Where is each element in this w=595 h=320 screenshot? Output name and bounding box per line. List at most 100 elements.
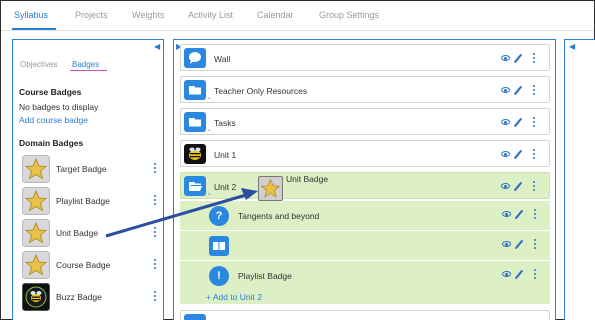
more-options-icon[interactable] — [533, 85, 536, 96]
pencil-icon[interactable] — [514, 269, 524, 280]
unit-2-item[interactable]: ! Playlist Badge — [180, 261, 550, 291]
tab-syllabus[interactable]: Syllabus — [14, 10, 48, 20]
folder-icon — [184, 80, 206, 100]
subtab-objectives[interactable]: Objectives — [20, 60, 57, 69]
domain-badges-heading: Domain Badges — [19, 138, 84, 148]
more-options-icon[interactable] — [533, 117, 536, 128]
tab-projects[interactable]: Projects — [75, 10, 108, 20]
row-title: Tasks — [214, 118, 236, 128]
unit-2-item[interactable] — [180, 231, 550, 261]
pencil-icon[interactable] — [513, 53, 523, 64]
eye-icon[interactable] — [501, 183, 510, 189]
row-actions — [502, 239, 542, 250]
tab-calendar[interactable]: Calendar — [257, 10, 294, 20]
pencil-icon[interactable] — [513, 149, 523, 160]
badge-label: Course Badge — [56, 260, 111, 270]
row-title: Unit 2 — [214, 182, 237, 192]
add-to-unit-link[interactable]: + Add to Unit 2 — [206, 292, 262, 302]
subtab-indicator — [70, 70, 107, 71]
no-badges-text: No badges to display — [19, 102, 99, 112]
dragged-badge-label: Unit Badge — [286, 174, 329, 184]
bee-icon — [184, 144, 206, 164]
badges-panel: ◀ Objectives Badges Course Badges No bad… — [12, 39, 164, 320]
row-actions — [501, 85, 541, 96]
pencil-icon[interactable] — [513, 85, 523, 96]
pencil-icon[interactable] — [514, 209, 524, 220]
chevron-down-icon[interactable]: ⌄ — [207, 190, 212, 197]
more-options-icon[interactable] — [154, 195, 157, 206]
add-to-unit-row: + Add to Unit 2 — [180, 290, 550, 304]
row-title: Tangents and beyond — [238, 211, 320, 221]
tab-group-settings[interactable]: Group Settings — [319, 10, 379, 20]
star-badge-icon — [22, 187, 50, 215]
more-options-icon[interactable] — [534, 239, 537, 250]
badge-item[interactable]: Buzz Badge — [22, 283, 162, 311]
pencil-icon[interactable] — [514, 239, 524, 250]
syllabus-row-wall[interactable]: Wall — [180, 44, 550, 71]
syllabus-row-teacher-resources[interactable]: ⌄ Teacher Only Resources — [180, 76, 550, 103]
more-options-icon[interactable] — [534, 209, 537, 220]
syllabus-row-unit-2[interactable]: ⌄ Unit 2 — [180, 172, 550, 199]
more-options-icon[interactable] — [154, 291, 157, 302]
badge-item[interactable]: Target Badge — [22, 155, 162, 183]
badge-item[interactable]: Playlist Badge — [22, 187, 162, 215]
badge-label: Unit Badge — [56, 228, 99, 238]
chat-bubble-icon — [184, 48, 206, 68]
eye-icon[interactable] — [502, 241, 511, 247]
more-options-icon[interactable] — [534, 269, 537, 280]
badge-item[interactable]: Course Badge — [22, 251, 162, 279]
top-nav: Syllabus Projects Weights Activity List … — [1, 1, 594, 31]
eye-icon[interactable] — [502, 271, 511, 277]
tab-activity-list[interactable]: Activity List — [188, 10, 233, 20]
subtab-badges[interactable]: Badges — [72, 60, 99, 69]
eye-icon[interactable] — [502, 211, 511, 217]
syllabus-row-unit-1[interactable]: Unit 1 — [180, 140, 550, 167]
row-actions — [502, 209, 542, 220]
bee-badge-icon — [22, 283, 50, 311]
pencil-icon[interactable] — [513, 181, 523, 192]
row-title: Wall — [214, 54, 231, 64]
row-title: Teacher Only Resources — [214, 86, 308, 96]
folder-open-icon — [184, 176, 206, 196]
folder-icon — [184, 112, 206, 132]
pencil-icon[interactable] — [513, 117, 523, 128]
more-options-icon[interactable] — [154, 227, 157, 238]
course-badges-heading: Course Badges — [19, 87, 82, 97]
collapse-left-icon[interactable]: ◀ — [154, 42, 160, 51]
add-course-badge-link[interactable]: Add course badge — [19, 115, 88, 125]
more-options-icon[interactable] — [154, 163, 157, 174]
more-options-icon[interactable] — [533, 181, 536, 192]
more-options-icon[interactable] — [154, 259, 157, 270]
syllabus-panel: ▶ Wall ⌄ Teacher Only Resources ⌄ Tasks — [173, 39, 556, 320]
question-circle-icon: ? — [209, 206, 229, 226]
expand-right-icon[interactable]: ◀ — [569, 42, 575, 51]
badge-item[interactable]: Unit Badge — [22, 219, 162, 247]
active-tab-indicator — [12, 28, 56, 30]
row-title: Playlist Badge — [238, 271, 292, 281]
right-panel: ◀ — [564, 39, 595, 320]
eye-icon[interactable] — [501, 87, 510, 93]
book-icon — [209, 236, 229, 256]
badge-label: Target Badge — [56, 164, 107, 174]
star-badge-icon — [22, 219, 50, 247]
eye-icon[interactable] — [501, 55, 510, 61]
star-badge-icon — [22, 155, 50, 183]
row-actions — [501, 181, 541, 192]
star-badge-icon — [22, 251, 50, 279]
row-title: Unit 1 — [214, 150, 237, 160]
eye-icon[interactable] — [501, 151, 510, 157]
dragged-badge-icon[interactable] — [258, 176, 283, 201]
chevron-down-icon[interactable]: ⌄ — [207, 126, 212, 133]
exclamation-circle-icon: ! — [209, 266, 229, 286]
syllabus-row-tasks[interactable]: ⌄ Tasks — [180, 108, 550, 135]
unit-2-item[interactable]: ? Tangents and beyond — [180, 201, 550, 231]
badge-label: Buzz Badge — [56, 292, 102, 302]
more-options-icon[interactable] — [533, 53, 536, 64]
more-options-icon[interactable] — [533, 149, 536, 160]
syllabus-row-partial[interactable] — [180, 310, 550, 320]
chevron-down-icon[interactable]: ⌄ — [207, 94, 212, 101]
row-actions — [501, 117, 541, 128]
row-actions — [501, 149, 541, 160]
tab-weights[interactable]: Weights — [132, 10, 164, 20]
eye-icon[interactable] — [501, 119, 510, 125]
